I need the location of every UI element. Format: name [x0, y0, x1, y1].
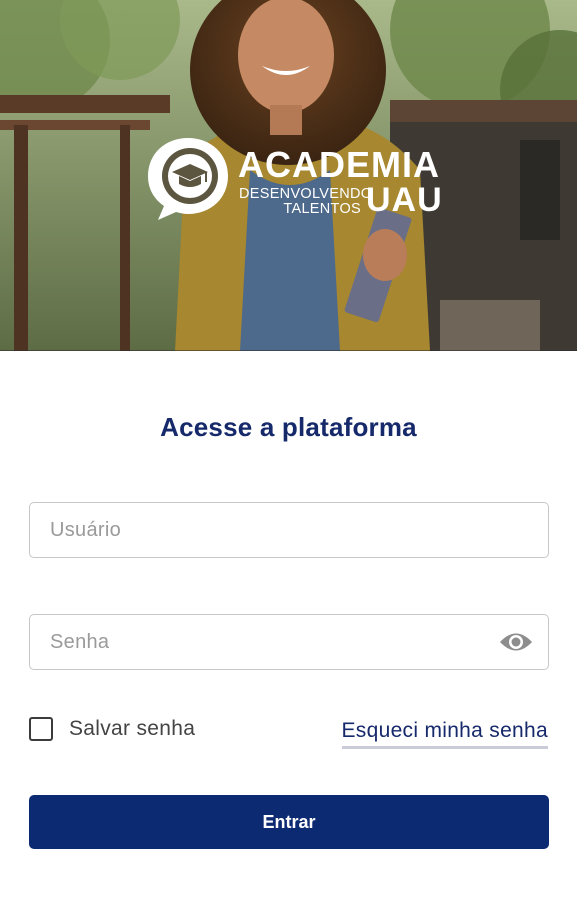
page-title: Acesse a plataforma [160, 412, 417, 442]
password-input[interactable] [50, 615, 490, 669]
graduation-cap-speech-bubble-icon [148, 138, 228, 220]
hero-divider [0, 350, 577, 351]
academia-uau-logo: ACADEMIA DESENVOLVENDO TALENTOS UAU [142, 132, 442, 227]
remember-checkbox[interactable] [29, 717, 53, 741]
logo-subtitle: DESENVOLVENDO TALENTOS [239, 186, 373, 217]
logo-title: ACADEMIA [238, 144, 440, 185]
login-button[interactable]: Entrar [29, 795, 549, 849]
username-field[interactable] [29, 502, 549, 558]
username-input[interactable] [50, 503, 490, 557]
eye-icon[interactable] [498, 629, 534, 655]
password-field[interactable] [29, 614, 549, 670]
logo-subtitle-line2: TALENTOS [283, 201, 361, 217]
remember-label: Salvar senha [69, 717, 196, 740]
hero-image: ACADEMIA DESENVOLVENDO TALENTOS UAU [0, 0, 577, 351]
logo-brand: UAU [366, 181, 443, 219]
remember-password[interactable]: Salvar senha [29, 717, 195, 741]
logo-subtitle-line1: DESENVOLVENDO [239, 186, 373, 202]
forgot-password-link[interactable]: Esqueci minha senha [341, 719, 548, 749]
